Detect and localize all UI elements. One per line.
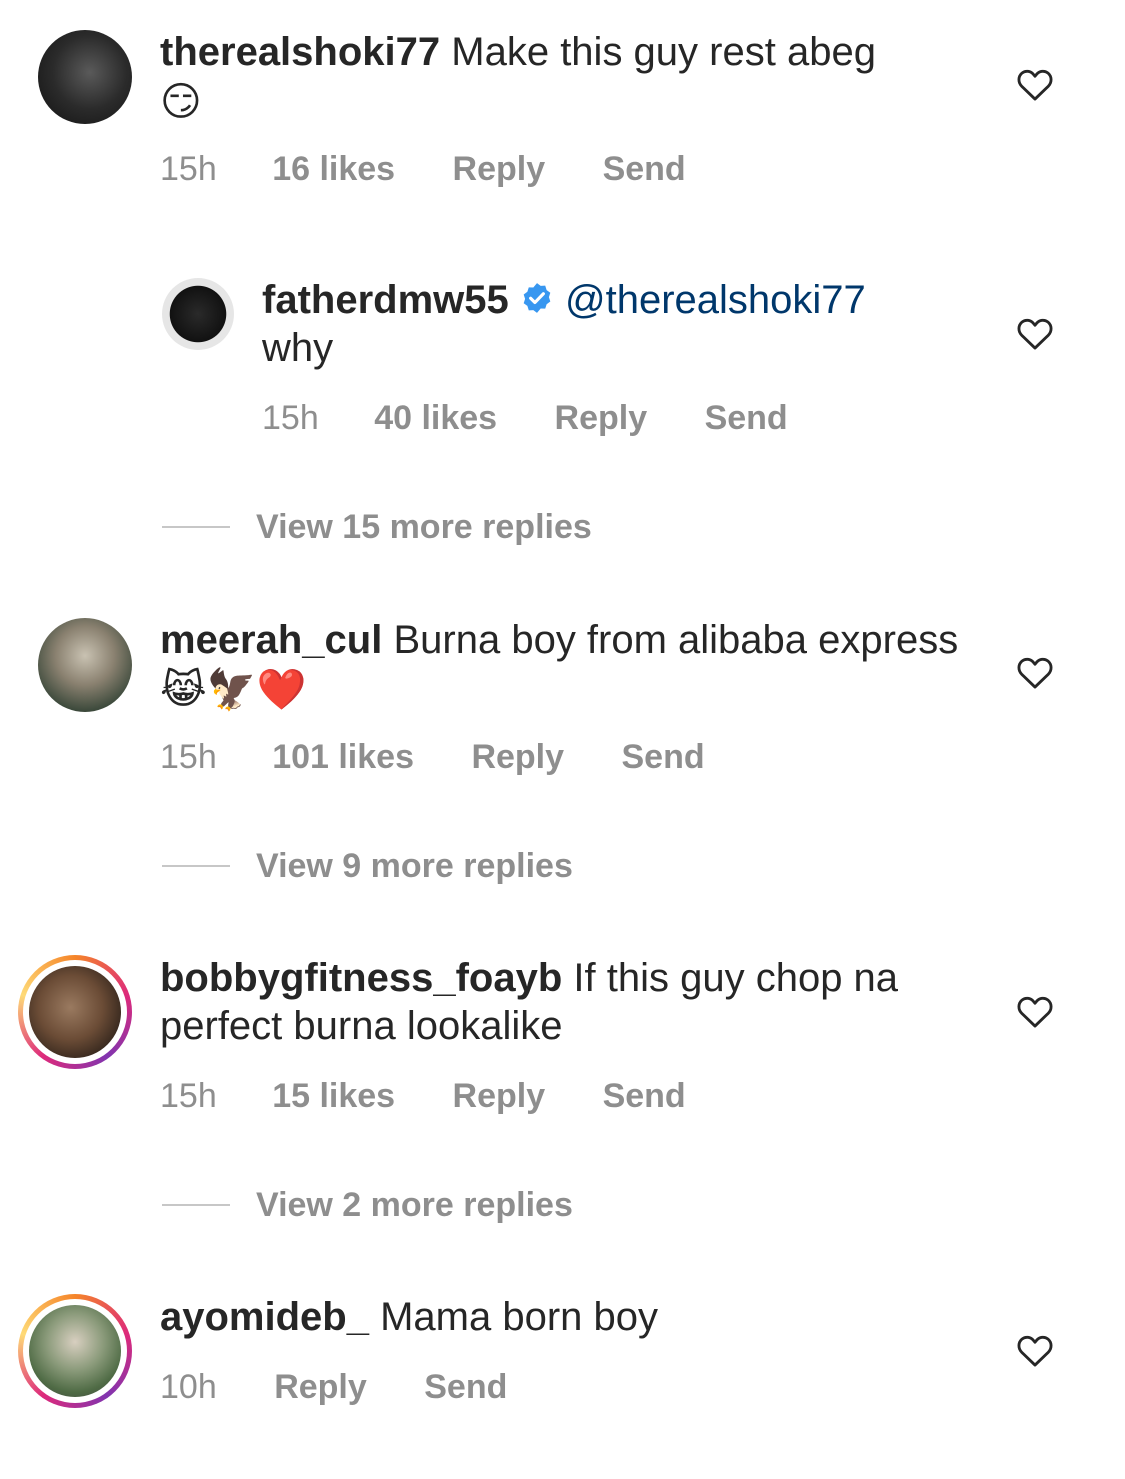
likes-count[interactable]: 16 likes [272,149,395,189]
story-ring[interactable] [18,955,132,1069]
heart-icon[interactable] [1016,1332,1054,1368]
reply-button[interactable]: Reply [274,1367,367,1407]
divider-line [162,1204,230,1206]
avatar [29,966,121,1058]
timestamp: 10h [160,1368,217,1406]
comment-meta: 15h 15 likes Reply Send [160,1076,686,1116]
timestamp: 15h [160,150,217,188]
likes-count[interactable]: 40 likes [374,398,497,438]
divider-line [162,865,230,867]
comment-meta: 15h 16 likes Reply Send [160,149,686,189]
send-button[interactable]: Send [424,1367,507,1407]
comment-text: therealshoki77 Make this guy rest abeg 😏 [160,28,1000,126]
timestamp: 15h [160,738,217,776]
comment-username[interactable]: ayomideb_ [160,1295,369,1339]
comment-meta: 15h 40 likes Reply Send [262,398,788,438]
comment-meta: 10h Reply Send [160,1367,507,1407]
heart-icon[interactable] [1016,66,1054,102]
mention-link[interactable]: @therealshoki77 [565,278,866,322]
view-more-replies-button[interactable]: View 15 more replies [256,507,592,547]
story-ring[interactable] [18,1294,132,1408]
send-button[interactable]: Send [705,398,788,438]
avatar[interactable] [162,278,234,350]
comment-body: why [262,326,334,370]
reply-button[interactable]: Reply [471,737,564,777]
comment-username[interactable]: bobbygfitness_foayb [160,956,562,1000]
emoji-smirk: 😏 [160,80,202,125]
verified-badge-icon [523,283,551,314]
comment-text: bobbygfitness_foayb If this guy chop na … [160,954,1000,1050]
send-button[interactable]: Send [603,1076,686,1116]
comment-username[interactable]: therealshoki77 [160,30,440,74]
timestamp: 15h [160,1077,217,1115]
reply-text: fatherdmw55 @therealshoki77 why [262,276,962,372]
heart-icon[interactable] [1016,654,1054,690]
comment-body: Mama born boy [380,1295,659,1339]
divider-line [162,526,230,528]
reply-button[interactable]: Reply [453,149,546,189]
comment-body: Make this guy rest abeg [451,30,876,74]
send-button[interactable]: Send [621,737,704,777]
heart-icon[interactable] [1016,315,1054,351]
emoji-group: 😹🦅❤️ [160,668,307,713]
comment-meta: 15h 101 likes Reply Send [160,737,705,777]
avatar[interactable] [38,618,132,712]
view-more-replies-button[interactable]: View 9 more replies [256,846,573,886]
comment-text: meerah_cul Burna boy from alibaba expres… [160,616,1000,714]
reply-button[interactable]: Reply [453,1076,546,1116]
timestamp: 15h [262,399,319,437]
avatar [29,1305,121,1397]
reply-button[interactable]: Reply [555,398,648,438]
avatar[interactable] [38,30,132,124]
comment-username[interactable]: fatherdmw55 [262,278,509,322]
likes-count[interactable]: 15 likes [272,1076,395,1116]
send-button[interactable]: Send [603,149,686,189]
view-more-replies-button[interactable]: View 2 more replies [256,1185,573,1225]
likes-count[interactable]: 101 likes [272,737,414,777]
comment-username[interactable]: meerah_cul [160,618,382,662]
comment-text: ayomideb_ Mama born boy [160,1293,1000,1341]
comment-body: Burna boy from alibaba express [393,618,959,662]
heart-icon[interactable] [1016,993,1054,1029]
